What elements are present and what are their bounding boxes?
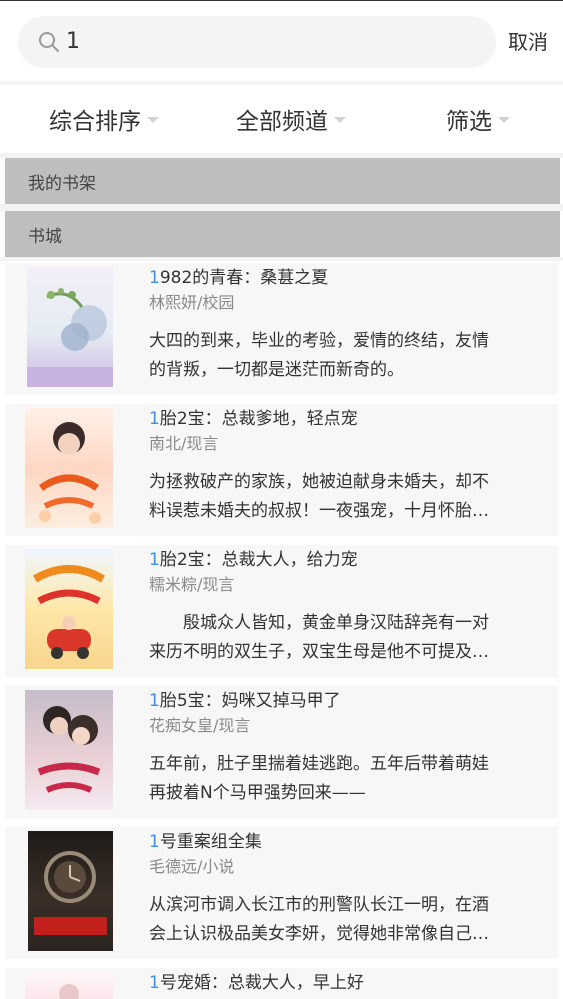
title-text: 胎2宝：总裁大人，给力宠 — [159, 550, 358, 570]
cover-art — [37, 706, 101, 793]
chevron-down-icon — [147, 117, 159, 123]
cover-art — [59, 984, 79, 999]
book-description: 大四的到来，毕业的考验，爱情的终结，友情的背叛，一切都是迷茫而新奇的。 — [149, 331, 489, 380]
section-title: 书城 — [28, 226, 62, 247]
title-text: 号宠婚：总裁大人，早上好 — [159, 973, 364, 993]
book-description: 从滨河市调入长江市的刑警队长江一明，在酒会上认识极品美女李妍，觉得她非常像自己死… — [149, 895, 489, 944]
cancel-button[interactable]: 取消 — [508, 28, 548, 56]
divider — [0, 257, 563, 261]
title-highlight: 1 — [149, 691, 160, 711]
book-item[interactable]: 1号宠婚：总裁大人，早上好 — [5, 968, 558, 999]
title-highlight: 1 — [149, 973, 160, 993]
book-author-category: 糯米粽/现言 — [149, 575, 235, 594]
book-author-category: 南北/现言 — [149, 434, 219, 453]
book-cover[interactable] — [25, 972, 113, 999]
book-title[interactable]: 1胎2宝：总裁大人，给力宠 — [149, 548, 358, 572]
cover-art — [32, 565, 106, 659]
channel-dropdown[interactable]: 全部频道 — [236, 103, 346, 135]
chevron-down-icon — [498, 117, 510, 123]
book-cover[interactable] — [28, 831, 113, 951]
search-box[interactable]: 1 — [18, 16, 496, 68]
title-text: 胎5宝：妈咪又掉马甲了 — [159, 691, 341, 711]
sort-label: 综合排序 — [49, 109, 141, 135]
book-title[interactable]: 1胎5宝：妈咪又掉马甲了 — [149, 689, 341, 713]
title-text: 号重案组全集 — [159, 832, 262, 852]
filter-dropdown[interactable]: 筛选 — [446, 103, 510, 135]
book-cover[interactable] — [25, 408, 113, 528]
section-bookstore[interactable]: 书城 — [5, 211, 560, 257]
section-title: 我的书架 — [28, 173, 96, 194]
book-title[interactable]: 1982的青春：桑葚之夏 — [149, 266, 328, 290]
cover-art — [27, 288, 113, 387]
book-author-category: 毛德远/小说 — [149, 857, 235, 876]
filter-label: 筛选 — [446, 109, 492, 135]
channel-label: 全部频道 — [236, 109, 328, 135]
title-highlight: 1 — [149, 832, 160, 852]
filter-bar: 综合排序 全部频道 筛选 — [0, 85, 563, 153]
section-my-bookshelf[interactable]: 我的书架 — [5, 158, 560, 204]
book-author-category: 花痴女皇/现言 — [149, 716, 251, 735]
book-title[interactable]: 1胎2宝：总裁爹地，轻点宠 — [149, 407, 358, 431]
chevron-down-icon — [334, 117, 346, 123]
book-title[interactable]: 1号宠婚：总裁大人，早上好 — [149, 971, 364, 995]
book-description: 五年前，肚子里揣着娃逃跑。五年后带着萌娃再披着N个马甲强势回来—— — [149, 754, 489, 803]
sort-dropdown[interactable]: 综合排序 — [49, 103, 159, 135]
cover-art — [34, 851, 107, 935]
book-title[interactable]: 1号重案组全集 — [149, 830, 262, 854]
book-cover[interactable] — [27, 267, 113, 387]
book-description: 为拯救破产的家族，她被迫献身未婚夫，却不料误惹未婚夫的叔叔！一夜强宠，十月怀胎生… — [149, 472, 489, 521]
title-highlight: 1 — [149, 550, 160, 570]
book-item[interactable]: 1982的青春：桑葚之夏 林熙妍/校园 大四的到来，毕业的考验，爱情的终结，友情… — [5, 263, 558, 395]
search-input[interactable]: 1 — [66, 27, 80, 57]
title-highlight: 1 — [149, 409, 160, 429]
book-item[interactable]: 1胎5宝：妈咪又掉马甲了 花痴女皇/现言 五年前，肚子里揣着娃逃跑。五年后带着萌… — [5, 686, 558, 818]
book-description: 殷城众人皆知，黄金单身汉陆辞尧有一对来历不明的双生子，双宝生母是他不可提及的禁忌 — [149, 613, 489, 662]
book-item[interactable]: 1胎2宝：总裁爹地，轻点宠 南北/现言 为拯救破产的家族，她被迫献身未婚夫，却不… — [5, 404, 558, 536]
cover-art — [38, 422, 101, 524]
title-highlight: 1 — [149, 268, 160, 288]
book-item[interactable]: 1号重案组全集 毛德远/小说 从滨河市调入长江市的刑警队长江一明，在酒会上认识极… — [5, 827, 558, 959]
search-icon — [39, 32, 59, 52]
divider — [0, 204, 563, 211]
book-author-category: 林熙妍/校园 — [149, 293, 235, 312]
search-bar: 1 取消 — [0, 1, 563, 81]
book-cover[interactable] — [25, 549, 113, 669]
title-text: 胎2宝：总裁爹地，轻点宠 — [159, 409, 358, 429]
title-text: 982的青春：桑葚之夏 — [159, 268, 329, 288]
book-cover[interactable] — [25, 690, 113, 810]
book-item[interactable]: 1胎2宝：总裁大人，给力宠 糯米粽/现言 殷城众人皆知，黄金单身汉陆辞尧有一对来… — [5, 545, 558, 677]
